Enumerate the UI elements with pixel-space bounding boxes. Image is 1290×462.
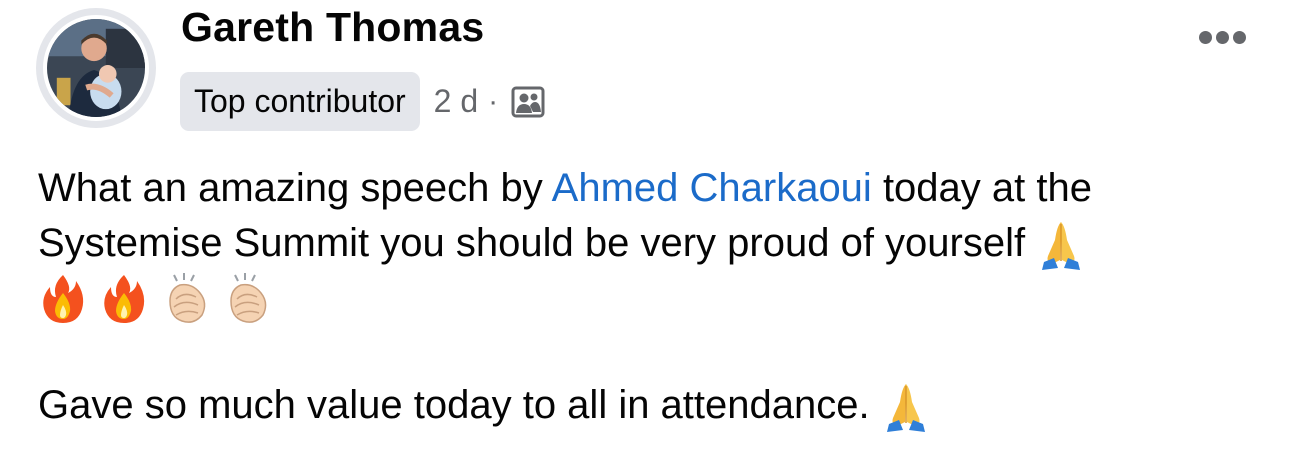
post-emoji-row [38,271,1268,326]
avatar-ring[interactable] [36,8,156,128]
post-text-segment: Gave so much value today to all in atten… [38,383,881,427]
top-contributor-badge[interactable]: Top contributor [180,72,420,131]
post-line-3: Gave so much value today to all in atten… [38,378,1268,433]
author-name[interactable]: Gareth Thomas [181,4,484,51]
more-dot-icon [1198,30,1212,44]
fire-icon [99,271,149,326]
post-text-segment: What an amazing speech by [38,166,552,210]
avatar-photo-icon [47,19,145,117]
post-line-2: Systemise Summit you should be very prou… [38,216,1268,271]
post-meta: Top contributor 2 d · [180,72,546,131]
meta-separator: · [488,84,499,118]
more-dot-icon [1232,30,1246,44]
post-text-segment: today at the [871,166,1092,210]
folded-hands-icon [1036,216,1086,271]
post-text: What an amazing speech by Ahmed Charkaou… [38,161,1268,433]
post-timestamp[interactable]: 2 d [434,83,478,120]
more-dot-icon [1215,30,1229,44]
mention-link[interactable]: Ahmed Charkaoui [552,166,872,210]
more-options-button[interactable] [1190,20,1254,54]
feed-post: Gareth Thomas Top contributor 2 d · What… [0,0,1290,462]
folded-hands-icon [881,378,931,433]
avatar[interactable] [43,15,149,121]
group-audience-icon[interactable] [510,84,546,120]
post-line-1: What an amazing speech by Ahmed Charkaou… [38,161,1268,216]
fire-icon [38,271,88,326]
clapping-hands-icon [160,271,210,326]
post-text-segment: Systemise Summit you should be very prou… [38,221,1037,265]
clapping-hands-icon [221,271,271,326]
paragraph-break [38,326,1268,378]
